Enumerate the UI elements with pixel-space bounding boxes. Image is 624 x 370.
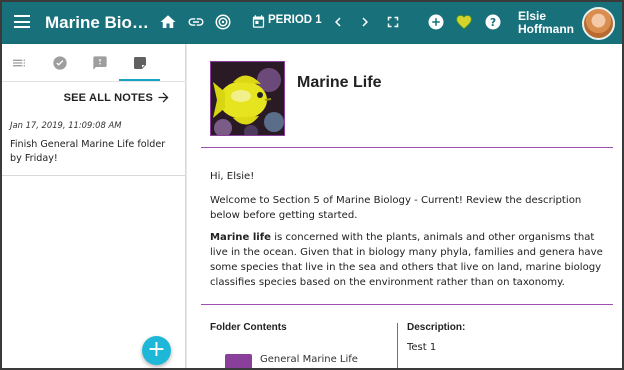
welcome-text: Welcome to Section 5 of Marine Biology -… xyxy=(210,195,582,221)
see-all-notes-link[interactable]: SEE ALL NOTES xyxy=(64,90,171,105)
description-paragraph: Marine life is concerned with the plants… xyxy=(210,230,610,290)
sidebar-tabs xyxy=(2,44,186,82)
active-tab-indicator xyxy=(119,79,160,81)
note-text: Finish General Marine Life folder by Fri… xyxy=(10,139,166,164)
folder-title: Marine Life xyxy=(297,74,382,91)
fish-image xyxy=(211,62,284,135)
calendar-icon[interactable] xyxy=(251,13,267,31)
app-window: Marine Biology - Current PERIOD 1 xyxy=(0,0,624,370)
svg-text:?: ? xyxy=(490,17,496,29)
user-name[interactable]: Elsie Hoffmann xyxy=(518,10,578,36)
folder-thumbnail xyxy=(210,61,285,136)
alert-icon[interactable] xyxy=(92,55,108,71)
column-divider xyxy=(397,323,398,368)
chevron-right-icon[interactable] xyxy=(356,13,374,31)
see-all-notes-label: SEE ALL NOTES xyxy=(63,91,153,104)
home-icon[interactable] xyxy=(159,13,177,31)
period-selector[interactable]: PERIOD 1 xyxy=(268,14,322,26)
description-value: Test 1 xyxy=(407,342,437,353)
note-card[interactable]: Jan 17, 2019, 11:09:08 AM Finish General… xyxy=(2,112,185,176)
note-timestamp: Jan 17, 2019, 11:09:08 AM xyxy=(10,120,122,130)
user-avatar[interactable] xyxy=(582,7,615,40)
link-icon[interactable] xyxy=(187,13,205,31)
heart-icon[interactable] xyxy=(455,13,473,31)
note-icon[interactable] xyxy=(132,55,148,71)
menu-icon[interactable] xyxy=(14,15,30,28)
description-bold: Marine life xyxy=(210,232,271,243)
add-note-button[interactable]: + xyxy=(142,336,171,365)
folder-item-label: General Marine Life xyxy=(260,354,358,365)
target-icon[interactable] xyxy=(214,13,232,31)
content-divider xyxy=(201,304,613,305)
add-icon[interactable] xyxy=(427,13,445,31)
description-heading: Description: xyxy=(407,322,466,333)
top-app-bar: Marine Biology - Current PERIOD 1 xyxy=(2,2,622,44)
title-divider xyxy=(201,147,613,148)
greeting-text: Hi, Elsie! xyxy=(210,171,255,182)
app-title: Marine Biology - Current xyxy=(45,13,151,32)
notes-sidebar: SEE ALL NOTES Jan 17, 2019, 11:09:08 AM … xyxy=(2,44,186,368)
folder-contents-heading: Folder Contents xyxy=(210,322,287,333)
chevron-left-icon[interactable] xyxy=(329,13,347,31)
arrow-right-icon xyxy=(158,92,169,103)
main-content: Marine Life Hi, Elsie! Welcome to Sectio… xyxy=(187,44,622,368)
check-circle-icon[interactable] xyxy=(52,55,68,71)
list-icon[interactable] xyxy=(11,55,27,71)
help-icon[interactable]: ? xyxy=(484,13,502,31)
fullscreen-icon[interactable] xyxy=(384,13,402,31)
folder-icon xyxy=(225,354,252,368)
